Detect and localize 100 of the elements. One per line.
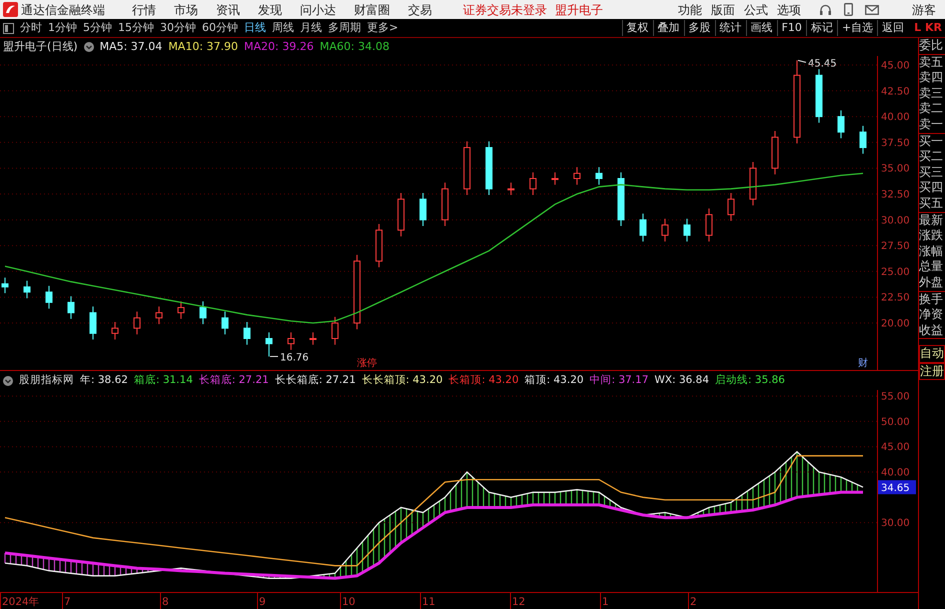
toolbar-button[interactable]: 统计 — [714, 20, 746, 36]
period-tab[interactable]: 周线 — [269, 20, 297, 36]
candlestick — [684, 218, 690, 242]
chevron-down-icon[interactable] — [84, 42, 94, 52]
menu-item[interactable]: 交易 — [399, 0, 441, 18]
toolbar-button[interactable]: F10 — [776, 20, 806, 36]
quote-field-label: 买四 — [919, 180, 944, 196]
candlestick — [90, 306, 96, 340]
period-tab[interactable]: 月线 — [297, 20, 325, 36]
menu-item[interactable]: 财富圈 — [345, 0, 399, 18]
ma-legend-value: MA5: 37.04 — [100, 38, 162, 55]
leader-line — [798, 60, 806, 63]
quote-field-label: 卖一 — [919, 116, 944, 133]
toolbar-button[interactable]: 画线 — [746, 20, 777, 36]
limit-up-tag: 涨停 — [357, 358, 377, 369]
toolbar-button[interactable]: 标记 — [806, 20, 837, 36]
menu-item[interactable]: 选项 — [774, 0, 804, 18]
period-tab[interactable]: 日线 — [241, 20, 269, 36]
candlestick — [596, 166, 602, 186]
candlestick — [728, 192, 734, 222]
menu-item[interactable]: 功能 — [675, 0, 705, 18]
candlestick — [178, 300, 184, 320]
quote-field-label: 总量 — [919, 259, 944, 275]
phone-icon[interactable] — [844, 3, 853, 16]
candlestick — [24, 280, 30, 299]
candlestick — [112, 322, 118, 340]
toolbar-button[interactable]: 多股 — [684, 20, 715, 36]
quote-field-label: 卖四 — [919, 70, 944, 86]
period-tab[interactable]: 15分钟 — [115, 20, 157, 36]
axis-tick-label: 55.00 — [881, 392, 910, 403]
quote-field-label: 买三 — [919, 164, 944, 180]
leader-line — [270, 356, 278, 357]
period-tab[interactable]: 1分钟 — [45, 20, 80, 36]
candlestick — [68, 296, 74, 320]
date-axis-label: 11 — [422, 596, 436, 608]
chevron-down-icon[interactable] — [3, 376, 13, 386]
candlestick — [530, 172, 536, 196]
period-tab[interactable]: 分时 — [17, 20, 45, 36]
menu-item[interactable]: 市场 — [165, 0, 207, 18]
candlestick — [332, 316, 338, 346]
finance-tag[interactable]: 财 — [858, 358, 868, 369]
quote-field-label: 换手 — [919, 292, 944, 308]
quote-field-label: 买一 — [919, 134, 944, 150]
menu-item[interactable]: 问小达 — [291, 0, 345, 18]
quote-field-label: 卖二 — [919, 101, 944, 117]
menu-item[interactable]: 公式 — [741, 0, 771, 18]
period-tab[interactable]: 5分钟 — [80, 20, 115, 36]
high-price-label: 45.45 — [808, 58, 837, 70]
app-title: 通达信金融终端 — [21, 2, 105, 18]
toolbar-button[interactable]: +自选 — [836, 20, 878, 36]
indicator-legend-value: 长箱底: 27.21 — [198, 372, 269, 388]
menu-item[interactable]: 版面 — [708, 0, 738, 18]
current-value-tag: 34.65 — [878, 480, 916, 494]
side-tab[interactable]: 自动 — [919, 345, 945, 363]
quote-field-label: 买二 — [919, 149, 944, 165]
date-axis-label: 2 — [690, 596, 697, 608]
toolbar-button[interactable]: 复权 — [622, 20, 653, 36]
menu-item[interactable]: 行情 — [123, 0, 165, 18]
period-tab[interactable]: 更多> — [364, 20, 402, 36]
user-label[interactable]: 游客 — [903, 0, 945, 18]
ma-legend-value: MA60: 34.08 — [320, 38, 390, 55]
axis-tick-label: 20.00 — [881, 318, 910, 330]
side-tab[interactable]: 注册 — [919, 362, 945, 380]
quote-field-label: 涨幅 — [919, 244, 944, 260]
indicator-legend-value: 箱底: 31.14 — [134, 372, 193, 388]
menu-item[interactable]: 发现 — [249, 0, 291, 18]
chart-title: 盟升电子(日线) — [3, 38, 78, 55]
indicator-legend-value: 长长箱顶: 43.20 — [362, 372, 443, 388]
candlestick — [574, 166, 580, 186]
axis-tick-label: 30.00 — [881, 215, 910, 226]
candlestick — [2, 277, 8, 294]
date-axis-label: 1 — [602, 596, 609, 608]
date-axis-label: 7 — [64, 596, 71, 608]
quote-field-label: 最新 — [919, 212, 944, 228]
toolbar-button[interactable]: 返回 — [877, 20, 908, 36]
indicator-legend-value: 长箱顶: 43.20 — [448, 372, 519, 388]
period-tab[interactable]: 多周期 — [325, 20, 364, 36]
period-tab[interactable]: 60分钟 — [199, 20, 241, 36]
notice-text: 盟升电子 — [554, 2, 604, 18]
quote-field-label: 涨跌 — [919, 228, 944, 244]
ma-legend-value: MA20: 39.26 — [244, 38, 314, 55]
indicator-title: 股朋指标网 — [19, 372, 74, 388]
indicator-legend-value: 长长箱底: 27.21 — [274, 372, 356, 388]
date-axis-label: 10 — [342, 596, 356, 608]
menu-item[interactable]: 资讯 — [207, 0, 249, 18]
headset-icon[interactable] — [819, 4, 832, 16]
candlestick — [156, 306, 162, 325]
toolbar-button[interactable]: 叠加 — [652, 20, 684, 36]
panel-toggle-icon[interactable] — [3, 22, 14, 34]
candlestick — [552, 172, 558, 186]
quote-field-label: 买五 — [919, 196, 944, 212]
period-tab[interactable]: 30分钟 — [157, 20, 199, 36]
axis-tick-label: 42.50 — [881, 86, 910, 98]
ma-legend-value: MA10: 37.90 — [168, 38, 238, 55]
axis-tick-label: 37.50 — [881, 138, 910, 149]
mail-icon[interactable] — [865, 4, 879, 14]
axis-tick-label: 22.50 — [881, 292, 910, 304]
app-logo-icon — [3, 2, 18, 17]
indicator-legend-value: 启动线: 35.86 — [715, 372, 785, 388]
candlestick — [288, 332, 294, 350]
